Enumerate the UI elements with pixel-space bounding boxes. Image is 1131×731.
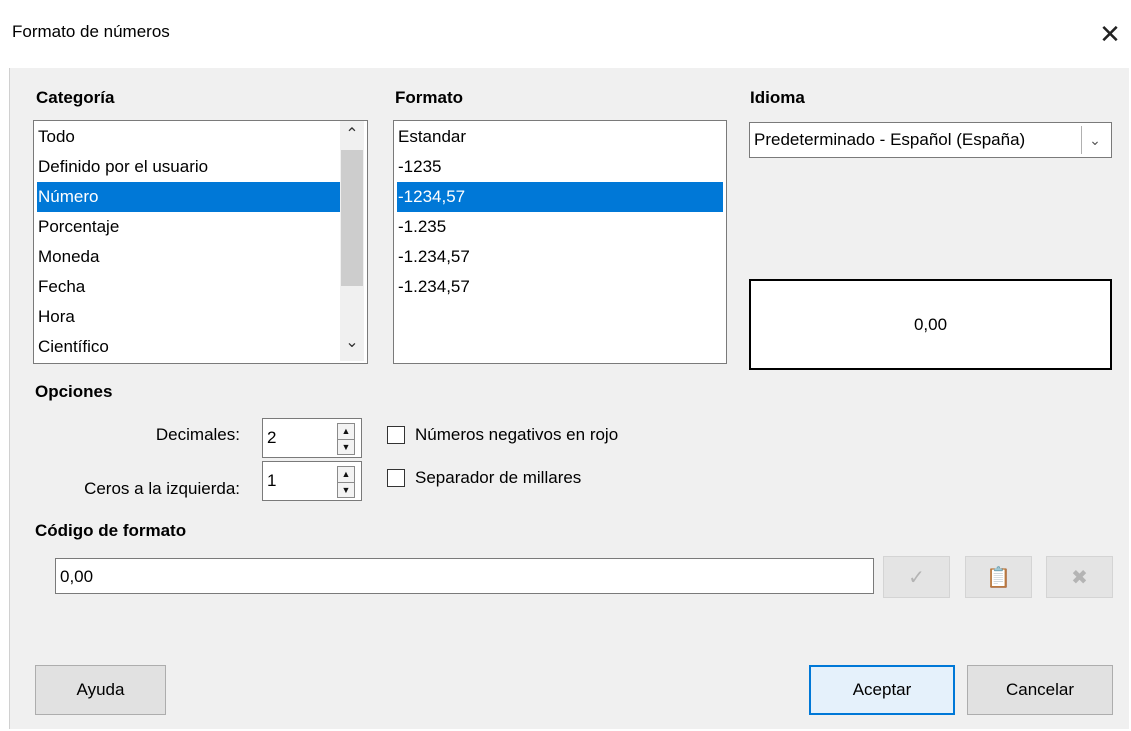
spin-buttons[interactable]: ▲ ▼ [337, 466, 355, 498]
spin-down-icon[interactable]: ▼ [338, 440, 354, 455]
negativos-rojo-checkbox[interactable] [387, 426, 405, 444]
scroll-up-icon[interactable]: ⌃ [343, 124, 361, 146]
list-item[interactable]: Fecha [37, 272, 85, 302]
ceros-label: Ceros a la izquierda: [84, 479, 240, 498]
help-button[interactable]: Ayuda [35, 665, 166, 715]
separador-millares-label[interactable]: Separador de millares [415, 468, 581, 488]
spin-up-icon[interactable]: ▲ [338, 424, 354, 440]
categoria-label: Categoría [36, 88, 115, 107]
delete-button[interactable]: ✖ [1046, 556, 1113, 598]
window-title: Formato de números [12, 22, 170, 41]
categoria-list[interactable]: Todo Definido por el usuario Número Porc… [33, 120, 368, 364]
spin-down-icon[interactable]: ▼ [338, 483, 354, 498]
list-item[interactable]: -1.234,57 [397, 242, 470, 272]
list-item[interactable]: -1.235 [397, 212, 446, 242]
chevron-down-icon[interactable]: ⌄ [1081, 126, 1108, 154]
spin-up-icon[interactable]: ▲ [338, 467, 354, 483]
ok-button[interactable]: Aceptar [809, 665, 955, 715]
codigo-formato-label: Código de formato [35, 521, 187, 540]
idioma-value: Predeterminado - Español (España) [754, 130, 1026, 149]
spin-buttons[interactable]: ▲ ▼ [337, 423, 355, 455]
list-item-selected[interactable]: -1234,57 [397, 182, 723, 212]
ceros-stepper[interactable]: 1 ▲ ▼ [262, 461, 362, 501]
negativos-rojo-label[interactable]: Números negativos en rojo [415, 425, 618, 445]
list-item-selected[interactable]: Número [37, 182, 342, 212]
list-item[interactable]: Hora [37, 302, 75, 332]
separador-millares-checkbox[interactable] [387, 469, 405, 487]
decimales-label: Decimales: [155, 425, 240, 444]
list-item[interactable]: Definido por el usuario [37, 152, 208, 182]
idioma-label: Idioma [750, 88, 805, 107]
opciones-label: Opciones [35, 382, 113, 401]
decimales-value: 2 [267, 428, 277, 447]
list-item[interactable]: Porcentaje [37, 212, 119, 242]
close-button[interactable]: ✕ [1090, 14, 1130, 54]
formato-list[interactable]: Estandar -1235 -1234,57 -1.235 -1.234,57… [393, 120, 727, 364]
list-item[interactable]: -1.234,57 [397, 272, 470, 302]
close-icon: ✕ [1099, 18, 1121, 49]
decimales-stepper[interactable]: 2 ▲ ▼ [262, 418, 362, 458]
list-item[interactable]: Científico [37, 332, 109, 362]
idioma-dropdown[interactable]: Predeterminado - Español (España) ⌄ [749, 122, 1112, 158]
formato-label: Formato [395, 88, 463, 107]
window-edge-line [9, 68, 10, 731]
window-edge [0, 68, 9, 731]
comment-icon: 📋 [986, 566, 1011, 589]
checkmark-icon: ✓ [908, 566, 925, 589]
delete-icon: ✖ [1071, 566, 1088, 589]
codigo-formato-value: 0,00 [60, 567, 94, 586]
preview-value: 0,00 [913, 314, 948, 334]
ceros-value: 1 [267, 471, 277, 490]
list-item[interactable]: Todo [37, 122, 75, 152]
list-item[interactable]: -1235 [397, 152, 441, 182]
apply-button[interactable]: ✓ [883, 556, 950, 598]
list-item[interactable]: Moneda [37, 242, 99, 272]
codigo-formato-input[interactable]: 0,00 [55, 558, 874, 594]
scroll-down-icon[interactable]: ⌄ [343, 332, 361, 354]
preview-box: 0,00 [749, 279, 1112, 370]
scrollbar-thumb[interactable] [341, 150, 363, 286]
cancel-button[interactable]: Cancelar [967, 665, 1113, 715]
add-comment-button[interactable]: 📋 [965, 556, 1032, 598]
list-item[interactable]: Estandar [397, 122, 466, 152]
